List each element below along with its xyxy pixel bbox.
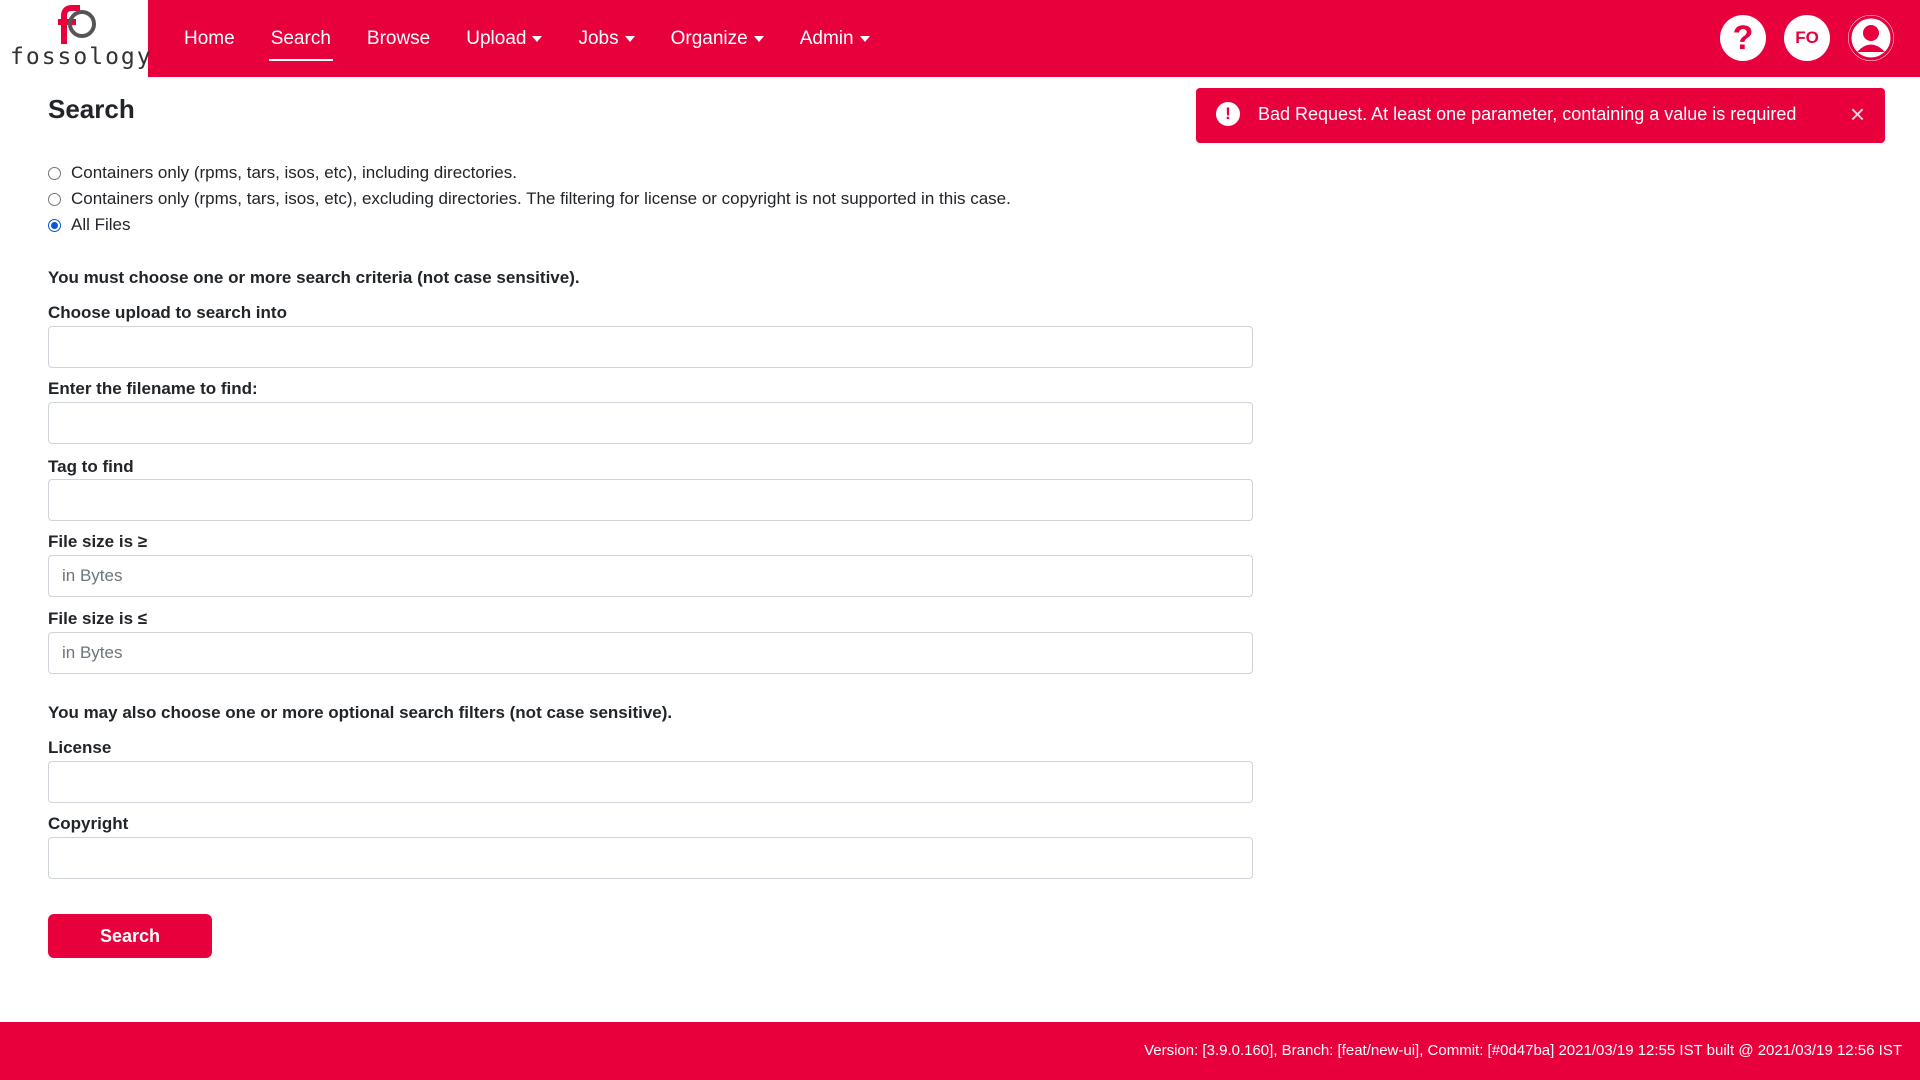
exclamation-circle-icon: ! (1216, 102, 1240, 126)
user-account-button[interactable] (1848, 15, 1894, 61)
size-max-label: File size is ≤ (48, 609, 148, 628)
scope-option-containers-excluding-dirs[interactable]: Containers only (rpms, tars, isos, etc),… (48, 189, 1011, 209)
user-initials-button[interactable]: FO (1784, 15, 1830, 61)
fossology-logo-icon (58, 5, 96, 44)
tag-label: Tag to find (48, 457, 134, 476)
nav-browse[interactable]: Browse (355, 0, 442, 77)
top-navbar: fossology Home Search Browse Upload Jobs… (0, 0, 1920, 77)
version-info: Version: [3.9.0.160], Branch: [feat/new-… (1144, 1042, 1902, 1059)
scope-option-containers-including-dirs[interactable]: Containers only (rpms, tars, isos, etc),… (48, 163, 517, 183)
search-submit-button[interactable]: Search (48, 914, 212, 958)
help-button[interactable]: ? (1720, 15, 1766, 61)
footer: Version: [3.9.0.160], Branch: [feat/new-… (0, 1022, 1920, 1080)
copyright-label: Copyright (48, 814, 129, 833)
license-label: License (48, 738, 112, 757)
size-min-label: File size is ≥ (48, 532, 148, 551)
nav-right-actions: ? FO (1720, 15, 1894, 61)
nav-upload-dropdown[interactable]: Upload (454, 0, 554, 77)
error-alert: ! Bad Request. At least one parameter, c… (1196, 88, 1885, 143)
user-circle-icon (1848, 15, 1894, 61)
nav-jobs-dropdown[interactable]: Jobs (566, 0, 646, 77)
radio-button[interactable] (48, 218, 61, 232)
size-max-input[interactable] (48, 632, 1253, 674)
license-input[interactable] (48, 761, 1253, 803)
nav-home[interactable]: Home (172, 0, 247, 77)
caret-down-icon (753, 35, 764, 42)
radio-button[interactable] (48, 166, 61, 180)
caret-down-icon (859, 35, 870, 42)
close-alert-button[interactable]: × (1850, 101, 1865, 127)
page-title: Search (48, 94, 135, 124)
radio-button[interactable] (48, 192, 61, 206)
filters-note: You may also choose one or more optional… (48, 703, 673, 722)
nav-admin-dropdown[interactable]: Admin (788, 0, 882, 77)
nav-organize-dropdown[interactable]: Organize (659, 0, 776, 77)
caret-down-icon (624, 35, 635, 42)
copyright-input[interactable] (48, 837, 1253, 879)
brand-logo[interactable]: fossology (0, 0, 153, 77)
caret-down-icon (532, 35, 543, 42)
tag-input[interactable] (48, 479, 1253, 521)
brand-name: fossology (10, 44, 153, 70)
size-min-input[interactable] (48, 555, 1253, 597)
filename-input[interactable] (48, 402, 1253, 444)
alert-message: Bad Request. At least one parameter, con… (1258, 104, 1797, 124)
upload-label: Choose upload to search into (48, 303, 287, 322)
nav-search[interactable]: Search (259, 0, 343, 77)
upload-select-input[interactable] (48, 326, 1253, 368)
scope-option-all-files[interactable]: All Files (48, 215, 131, 235)
filename-label: Enter the filename to find: (48, 379, 258, 398)
criteria-note: You must choose one or more search crite… (48, 268, 580, 287)
question-circle-icon: ? (1732, 18, 1754, 57)
main-menu: Home Search Browse Upload Jobs Organize … (172, 0, 894, 77)
